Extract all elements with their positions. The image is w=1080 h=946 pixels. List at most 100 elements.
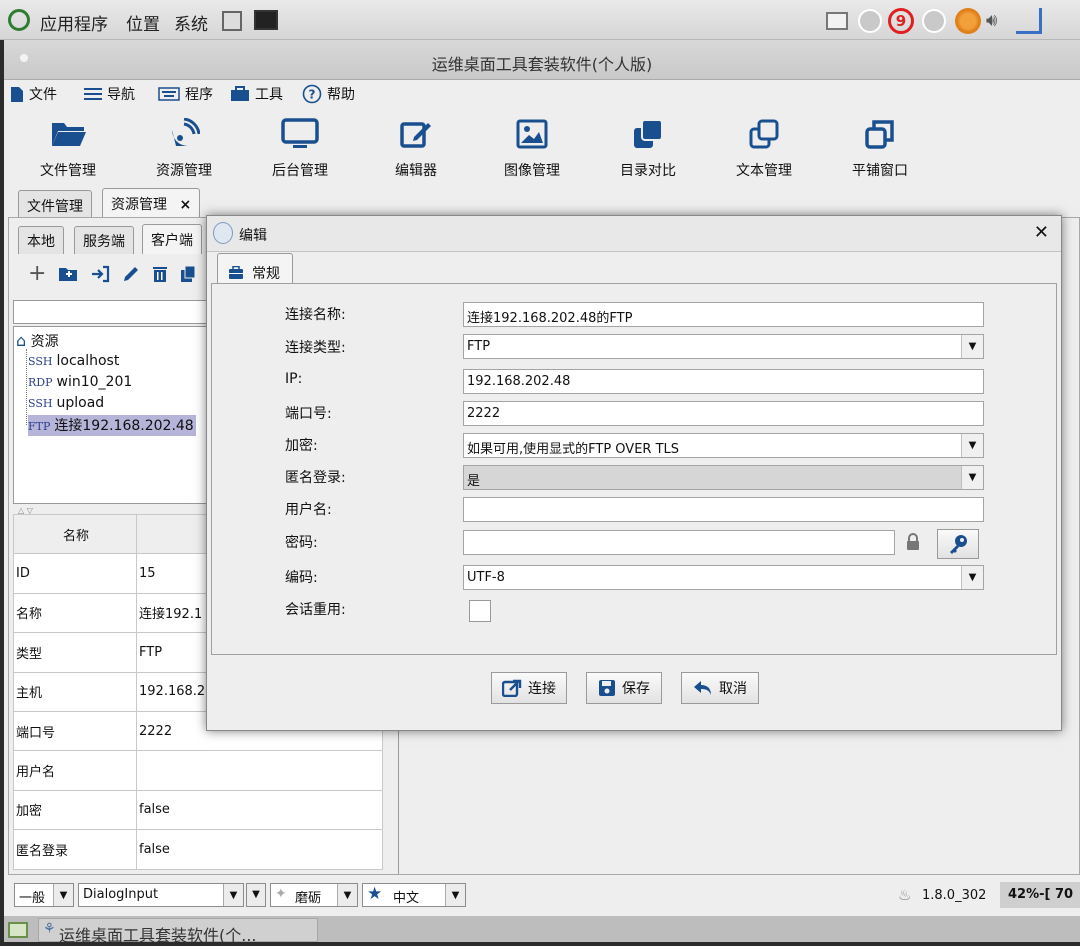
reuse-label: 会话重用:	[285, 602, 346, 618]
save-button[interactable]: 保存	[586, 672, 662, 704]
star-icon: ★	[367, 884, 383, 904]
network-icon[interactable]	[1016, 8, 1042, 34]
connect-button[interactable]: 连接	[491, 672, 567, 704]
terminal-launcher-icon[interactable]	[254, 10, 278, 30]
memory-usage[interactable]: 42%-[ 70	[1000, 882, 1080, 908]
menu-help[interactable]: ? 帮助	[302, 84, 355, 104]
menu-program[interactable]: 程序	[158, 84, 213, 104]
port-label: 端口号:	[285, 406, 332, 422]
dialog-close-icon[interactable]: ✕	[1034, 222, 1049, 243]
undo-icon	[694, 681, 711, 695]
keyboard-icon[interactable]	[826, 12, 848, 30]
type-label: 连接类型:	[285, 340, 346, 356]
tree-item[interactable]: RDP win10_201	[28, 374, 132, 390]
key-button[interactable]	[937, 529, 979, 559]
update-sun-icon[interactable]	[955, 8, 981, 34]
toolbar-dir-compare-label: 目录对比	[620, 163, 676, 179]
anon-select[interactable]: 是 ▼	[463, 465, 984, 490]
accessibility-icon[interactable]	[922, 9, 946, 33]
menu-applications[interactable]: 应用程序	[40, 10, 108, 35]
theme-select[interactable]: ✦ 磨砺 ▼	[270, 883, 358, 907]
tab-general[interactable]: 常规	[217, 253, 293, 285]
chevron-down-icon: ▼	[445, 884, 465, 906]
cancel-button[interactable]: 取消	[681, 672, 759, 704]
toolbar-dir-compare[interactable]: 目录对比	[598, 116, 698, 180]
prop-value: false	[136, 829, 383, 870]
apps-logo-icon[interactable]	[8, 9, 30, 31]
language-select[interactable]: ★ 中文 ▼	[362, 883, 466, 907]
import-icon[interactable]	[90, 265, 110, 283]
style-select[interactable]: 一般 ▼	[14, 883, 74, 907]
menu-navigate[interactable]: 导航	[84, 84, 135, 104]
tab-resource-manager-label: 资源管理	[111, 197, 167, 213]
tree-item-selected[interactable]: FTP 连接192.168.202.48	[28, 415, 196, 436]
window-titlebar[interactable]: 运维桌面工具套装软件(个人版)	[4, 40, 1080, 80]
font-select-value: DialogInput	[83, 887, 159, 902]
font-select[interactable]: DialogInput ▼	[78, 883, 244, 907]
prop-key: 端口号	[13, 710, 137, 752]
save-button-label: 保存	[622, 681, 650, 697]
toolbar-image-manager[interactable]: 图像管理	[482, 116, 582, 180]
tab-file-manager-label: 文件管理	[27, 199, 83, 215]
prop-key: 类型	[13, 632, 137, 673]
trash-icon[interactable]	[152, 265, 168, 283]
text-editor-launcher-icon[interactable]	[222, 11, 242, 31]
copy-small-icon[interactable]	[180, 265, 196, 283]
svg-text:?: ?	[309, 88, 316, 102]
name-input[interactable]: 连接192.168.202.48的FTP	[463, 302, 984, 327]
pencil-icon[interactable]	[122, 265, 140, 283]
type-select[interactable]: FTP ▼	[463, 334, 984, 359]
tree-item[interactable]: SSH upload	[28, 395, 104, 411]
menu-tools-label: 工具	[255, 87, 283, 103]
dropdown-arrow-button[interactable]: ▼	[246, 883, 266, 907]
chevron-down-icon: ▼	[961, 335, 983, 358]
reuse-checkbox[interactable]	[469, 600, 491, 622]
notification-count-badge[interactable]: 9	[888, 8, 914, 34]
menu-system[interactable]: 系统	[174, 10, 208, 35]
show-desktop-icon[interactable]	[8, 922, 28, 938]
toolbar-file-manager[interactable]: 文件管理	[18, 116, 118, 180]
menu-places[interactable]: 位置	[126, 10, 160, 35]
prop-key: 主机	[13, 671, 137, 712]
name-label: 连接名称:	[285, 307, 346, 323]
toolbar-text-manager[interactable]: 文本管理	[714, 116, 814, 180]
add-icon[interactable]: +	[28, 263, 46, 285]
image-icon	[516, 119, 548, 149]
subtab-server[interactable]: 服务端	[74, 226, 134, 254]
tab-general-label: 常规	[252, 266, 280, 282]
prop-key: 用户名	[13, 750, 137, 791]
encrypt-select[interactable]: 如果可用,使用显式的FTP OVER TLS ▼	[463, 433, 984, 458]
subtab-server-label: 服务端	[83, 234, 125, 250]
toolbar-tile-windows-label: 平铺窗口	[852, 163, 908, 179]
menu-file[interactable]: 文件	[10, 84, 57, 104]
tree-root[interactable]: ⌂ 资源	[16, 331, 59, 351]
subtab-client-label: 客户端	[151, 233, 193, 249]
port-input[interactable]: 2222	[463, 401, 984, 426]
toolbar-resource-manager[interactable]: 资源管理	[134, 116, 234, 180]
tab-close-icon[interactable]: ×	[179, 197, 191, 213]
dialog-titlebar[interactable]: 编辑 ✕	[207, 216, 1061, 252]
menu-tools[interactable]: 工具	[230, 84, 283, 104]
lock-icon[interactable]	[905, 532, 921, 552]
new-folder-icon[interactable]	[58, 266, 78, 282]
tree-item[interactable]: SSH localhost	[28, 353, 119, 369]
toolbar-file-manager-label: 文件管理	[40, 163, 96, 179]
tab-resource-manager[interactable]: 资源管理 ×	[102, 188, 201, 218]
subtab-client[interactable]: 客户端	[142, 224, 202, 254]
subtab-local[interactable]: 本地	[18, 226, 64, 254]
taskbar-window-button[interactable]: ⚘ 运维桌面工具套装软件(个...	[38, 918, 318, 945]
toolbar-editor[interactable]: 编辑器	[366, 116, 466, 180]
ssh-icon: SSH	[28, 355, 53, 368]
desktop-top-panel: 应用程序 位置 系统 9 🔊︎	[0, 0, 1080, 40]
tab-file-manager[interactable]: 文件管理	[18, 190, 92, 218]
toolbar-tile-windows[interactable]: 平铺窗口	[830, 116, 930, 180]
volume-icon[interactable]: 🔊︎	[986, 10, 997, 31]
copy-icon	[634, 119, 663, 148]
dialog-title: 编辑	[239, 228, 267, 244]
info-icon[interactable]	[858, 9, 882, 33]
user-input[interactable]	[463, 497, 984, 522]
pass-input[interactable]	[463, 530, 895, 555]
encoding-select[interactable]: UTF-8 ▼	[463, 565, 984, 590]
ip-input[interactable]: 192.168.202.48	[463, 369, 984, 394]
toolbar-backend-manager[interactable]: 后台管理	[250, 116, 350, 180]
